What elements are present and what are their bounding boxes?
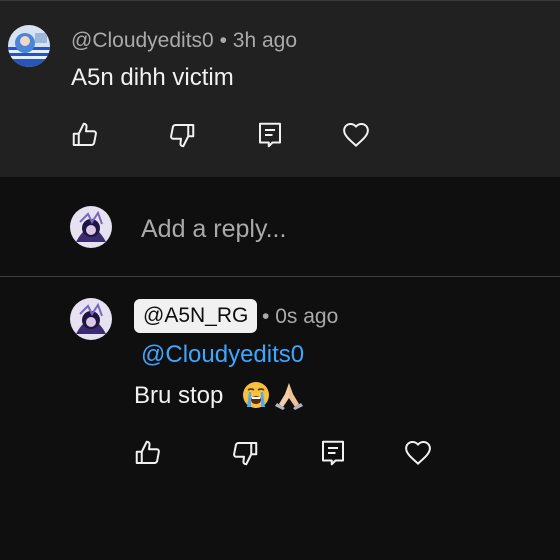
reply-reply-button[interactable] <box>318 438 348 468</box>
replier-avatar[interactable] <box>70 298 112 340</box>
heart-icon <box>343 122 369 147</box>
dislike-icon <box>170 124 195 148</box>
reply-meta: • 0s ago <box>262 305 338 329</box>
user-avatar[interactable] <box>70 206 112 248</box>
reply-time: 0s ago <box>275 305 339 328</box>
folded-hands-emoji <box>273 380 305 410</box>
comment-time: 3h ago <box>232 29 298 52</box>
reply-heart-button[interactable] <box>403 438 433 468</box>
reply-author-chip[interactable]: @A5N_RG <box>134 299 258 333</box>
loudly-crying-face-emoji <box>241 380 271 410</box>
reply-button[interactable] <box>255 120 285 150</box>
reply-icon <box>259 122 281 148</box>
comment-author[interactable]: @Cloudyedits0 <box>71 29 214 52</box>
like-icon <box>72 122 97 146</box>
meta-separator: • <box>262 305 270 328</box>
dislike-icon <box>233 442 258 466</box>
reply-like-button[interactable] <box>133 438 163 468</box>
mention-link[interactable]: @Cloudyedits0 <box>141 341 304 369</box>
like-button[interactable] <box>70 120 100 150</box>
heart-button[interactable] <box>341 120 371 150</box>
comment-text: A5n dihh victim <box>71 64 234 91</box>
reply-icon <box>322 440 344 466</box>
heart-icon <box>405 440 431 465</box>
dislike-button[interactable] <box>167 120 197 150</box>
meta-separator: • <box>219 29 227 52</box>
comment-meta: @Cloudyedits0 • 3h ago <box>71 29 297 53</box>
commenter-avatar[interactable] <box>8 25 50 67</box>
like-icon <box>135 440 160 464</box>
reply-input[interactable]: Add a reply... <box>141 213 521 245</box>
reply-text: Bru stop <box>134 382 224 409</box>
reply-dislike-button[interactable] <box>230 438 260 468</box>
